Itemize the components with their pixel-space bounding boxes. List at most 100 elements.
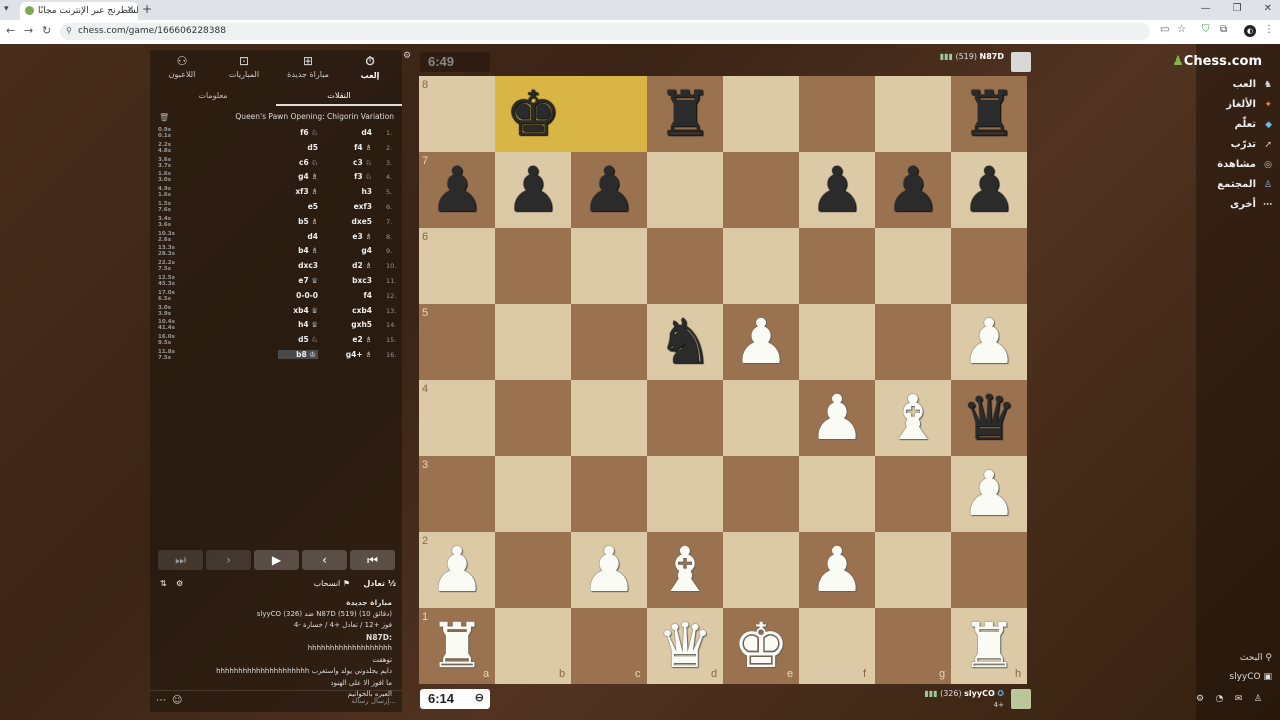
shield-extension-icon[interactable]: ⛉ [1202, 24, 1210, 35]
black-move[interactable]: b4 ♗ [278, 246, 318, 255]
bookmark-star-icon[interactable]: ☆ [1177, 24, 1186, 35]
white-move[interactable]: f4 [332, 291, 372, 300]
white-queen-icon[interactable]: ♛ [647, 608, 723, 684]
sidebar-user[interactable]: slyyCO ▣ [1229, 672, 1272, 682]
square-e6[interactable] [723, 228, 799, 304]
tab-players[interactable]: ⚇ اللاعبون [152, 54, 212, 79]
reload-icon[interactable]: ↻ [42, 24, 51, 37]
black-knight-icon[interactable]: ♞ [647, 304, 723, 380]
white-move[interactable]: h3 [332, 187, 372, 196]
white-bishop-icon[interactable]: ♝ [647, 532, 723, 608]
black-move[interactable]: b8 ♔ [278, 349, 318, 359]
white-pawn-icon[interactable]: ♟ [723, 304, 799, 380]
analysis-icon[interactable]: ⚙ [176, 579, 183, 588]
white-pawn-icon[interactable]: ♟ [799, 380, 875, 456]
square-b2[interactable] [495, 532, 571, 608]
white-move[interactable]: bxc3 [332, 276, 372, 285]
white-pawn-icon[interactable]: ♟ [799, 532, 875, 608]
black-move[interactable]: xf3 ♗ [278, 187, 318, 196]
square-f3[interactable] [799, 456, 875, 532]
flip-board-icon[interactable]: ⇅ [160, 579, 167, 588]
white-rook-icon[interactable]: ♜ [951, 608, 1027, 684]
tab-menu-icon[interactable]: ▾ [4, 4, 9, 14]
opponent-avatar[interactable] [1011, 52, 1031, 72]
white-move[interactable]: d4 [332, 128, 372, 137]
sidebar-item-practice[interactable]: تدرّب ➚ [1196, 139, 1272, 150]
black-rook-icon[interactable]: ♜ [951, 76, 1027, 152]
white-king-icon[interactable]: ♚ [723, 608, 799, 684]
black-move[interactable]: h4 ♕ [278, 320, 318, 329]
tab-play[interactable]: ⏱ إلعب [340, 54, 400, 80]
white-pawn-icon[interactable]: ♟ [951, 456, 1027, 532]
square-d4[interactable] [647, 380, 723, 456]
square-c4[interactable] [571, 380, 647, 456]
resign-button[interactable]: انسحاب ⚑ [314, 579, 350, 588]
chat-options-icon[interactable]: ⋯ [156, 695, 166, 706]
square-b4[interactable] [495, 380, 571, 456]
black-pawn-icon[interactable]: ♟ [799, 152, 875, 228]
restore-icon[interactable]: ❐ [1233, 3, 1242, 14]
first-move-button[interactable]: ⏭ [158, 550, 203, 570]
black-pawn-icon[interactable]: ♟ [419, 152, 495, 228]
black-king-icon[interactable]: ♚ [495, 76, 571, 152]
white-move[interactable]: e3 ♗ [332, 232, 372, 241]
square-g3[interactable] [875, 456, 951, 532]
square-f8[interactable] [799, 76, 875, 152]
square-b3[interactable] [495, 456, 571, 532]
square-a4[interactable] [419, 380, 495, 456]
white-pawn-icon[interactable]: ♟ [951, 304, 1027, 380]
white-move[interactable]: d2 ♗ [332, 261, 372, 270]
chess-board[interactable]: 8 7 6 5 4 3 2 1 a b c d e f g h ♚ ♜ ♜ ♟ ♟ ♟ ♟ ♟ ♟ ♞ ♟ ♟ ♟ ♝ ♛ ♟ ♟ ♟ ♝ ♟ ♜ ♛ ♚ ♜ [419, 76, 1027, 684]
opponent-info[interactable]: ▮▮▮ (519) N87D [940, 52, 1004, 61]
forward-icon[interactable]: → [24, 24, 33, 37]
black-move[interactable]: f6 ♘ [278, 128, 318, 137]
square-e8[interactable] [723, 76, 799, 152]
chat-input[interactable]: ⋯ ☺ إرسال رسالة... [150, 690, 402, 712]
black-move[interactable]: e5 [278, 202, 318, 211]
settings-icon[interactable]: ⚙ [1196, 694, 1204, 704]
square-b5[interactable] [495, 304, 571, 380]
black-move[interactable]: b5 ♗ [278, 217, 318, 226]
black-move[interactable]: dxc3 [278, 261, 318, 270]
black-move[interactable]: g4 ♗ [278, 172, 318, 181]
square-h2[interactable] [951, 532, 1027, 608]
last-move-button[interactable]: ⏮ [350, 550, 395, 570]
square-e2[interactable] [723, 532, 799, 608]
square-a3[interactable] [419, 456, 495, 532]
messages-icon[interactable]: ✉ [1235, 694, 1243, 704]
site-info-icon[interactable]: ⚲ [66, 26, 72, 35]
tab-info[interactable]: معلومات [150, 91, 276, 100]
cast-icon[interactable]: ▭ [1160, 24, 1169, 35]
square-d7[interactable] [647, 152, 723, 228]
square-f6[interactable] [799, 228, 875, 304]
sidebar-item-play[interactable]: العب ♞ [1196, 79, 1272, 90]
browser-tab[interactable]: العب الشطرنج عبر الإنترنت مجانًا ✕ [20, 2, 138, 20]
white-move[interactable]: c3 ♘ [332, 158, 372, 167]
square-c3[interactable] [571, 456, 647, 532]
black-pawn-icon[interactable]: ♟ [571, 152, 647, 228]
black-move[interactable]: d5 [278, 143, 318, 152]
square-c5[interactable] [571, 304, 647, 380]
square-g6[interactable] [875, 228, 951, 304]
player-avatar[interactable] [1011, 689, 1031, 709]
emoji-icon[interactable]: ☺ [172, 695, 182, 706]
white-move[interactable]: gxh5 [332, 320, 372, 329]
back-icon[interactable]: ← [6, 24, 15, 37]
square-g2[interactable] [875, 532, 951, 608]
white-move[interactable]: exf3 [332, 202, 372, 211]
new-tab-icon[interactable]: + [142, 2, 152, 16]
tab-moves[interactable]: النقلات [276, 91, 402, 106]
black-pawn-icon[interactable]: ♟ [951, 152, 1027, 228]
play-button[interactable]: ▶ [254, 550, 299, 570]
previous-move-button[interactable]: › [206, 550, 251, 570]
friends-icon[interactable]: ♙ [1254, 694, 1262, 704]
white-move[interactable]: dxe5 [332, 217, 372, 226]
square-d3[interactable] [647, 456, 723, 532]
square-e4[interactable] [723, 380, 799, 456]
chesscom-logo[interactable]: ♟Chess.com [1172, 54, 1262, 69]
notifications-icon[interactable]: ◔ [1216, 694, 1224, 704]
board-settings-icon[interactable]: ⚙ [403, 51, 411, 61]
black-move[interactable]: d5 ♘ [278, 335, 318, 344]
white-move[interactable]: f3 ♘ [332, 172, 372, 181]
sidebar-search[interactable]: البحث ⚲ [1240, 653, 1272, 663]
